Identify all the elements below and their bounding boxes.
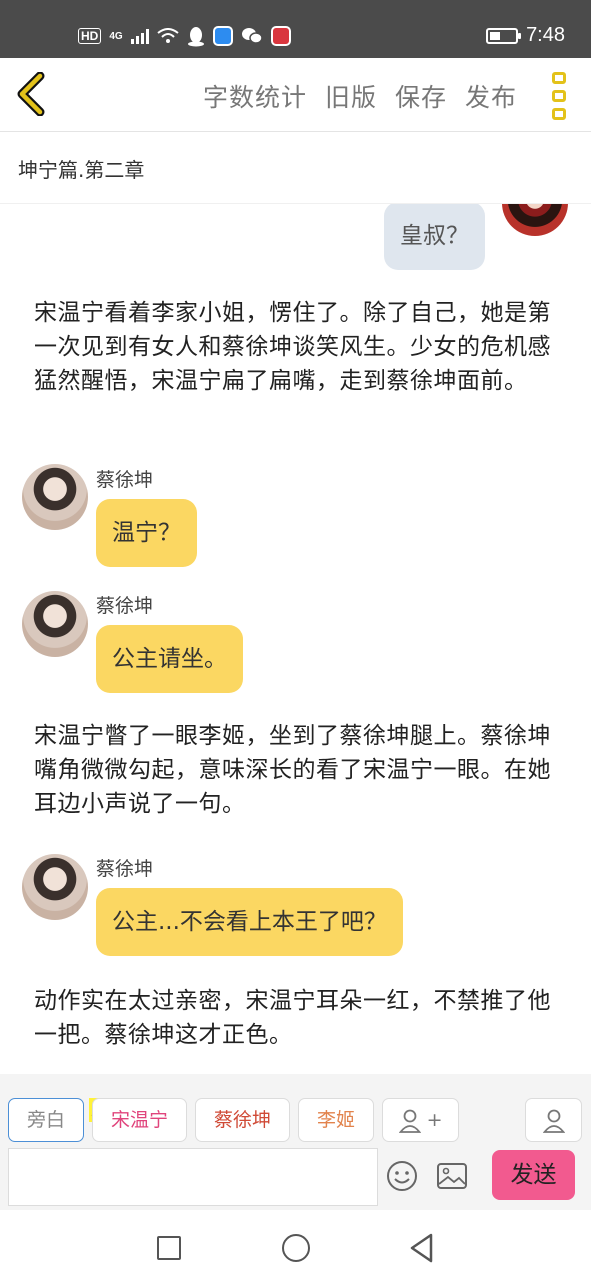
avatar[interactable] xyxy=(22,854,88,920)
word-count-button[interactable]: 字数统计 xyxy=(203,78,307,114)
role-chip-li-ji[interactable]: 李姬 xyxy=(298,1098,374,1142)
system-nav-bar xyxy=(0,1210,591,1280)
avatar[interactable] xyxy=(502,204,568,236)
narration-text[interactable]: 宋温宁瞥了一眼李姬，坐到了蔡徐坤腿上。蔡徐坤嘴角微微勾起，意味深长的看了宋温宁一… xyxy=(34,719,562,821)
status-bar: HD 4G 7:48 xyxy=(0,0,591,58)
save-button[interactable]: 保存 xyxy=(395,78,447,114)
battery-icon xyxy=(486,27,522,44)
message-input[interactable] xyxy=(8,1148,378,1206)
speaker-name: 蔡徐坤 xyxy=(96,858,154,880)
narration-text[interactable]: 宋温宁看着李家小姐，愣住了。除了自己，她是第一次见到有女人和蔡徐坤谈笑风生。少女… xyxy=(34,296,562,398)
publish-button[interactable]: 发布 xyxy=(465,78,517,114)
clock: 7:48 xyxy=(526,24,565,46)
message-bubble[interactable]: 温宁？ xyxy=(96,499,197,567)
role-label: 李姬 xyxy=(316,1109,355,1131)
avatar[interactable] xyxy=(22,464,88,530)
qq-icon xyxy=(187,27,204,47)
wechat-icon xyxy=(241,28,263,44)
user-icon xyxy=(398,1109,421,1133)
compose-panel: 旁白 主 宋温宁 蔡徐坤 李姬 + 发送 xyxy=(0,1074,591,1210)
wifi-icon xyxy=(157,28,179,43)
narration-text[interactable]: 动作实在太过亲密，宋温宁耳朵一红，不禁推了他一把。蔡徐坤这才正色。 xyxy=(34,984,562,1052)
role-label: 蔡徐坤 xyxy=(213,1109,271,1131)
chevron-left-icon xyxy=(17,71,45,117)
more-dot xyxy=(552,90,566,102)
status-icons: HD 4G xyxy=(78,22,291,50)
top-toolbar: 字数统计 旧版 保存 发布 xyxy=(0,58,591,132)
plus-icon: + xyxy=(426,1109,443,1131)
add-role-button[interactable]: + xyxy=(382,1098,459,1142)
message-bubble[interactable]: 公主请坐。 xyxy=(96,625,243,693)
user-icon xyxy=(542,1109,565,1133)
more-dot xyxy=(552,108,566,120)
hd-indicator: HD xyxy=(78,28,102,44)
signal-icon xyxy=(130,28,149,44)
role-chip-song-wenning[interactable]: 宋温宁 xyxy=(92,1098,187,1142)
emoji-icon[interactable] xyxy=(386,1160,418,1192)
toolbar-actions: 字数统计 旧版 保存 发布 xyxy=(203,78,517,114)
recents-icon[interactable] xyxy=(157,1236,181,1260)
old-version-button[interactable]: 旧版 xyxy=(325,78,377,114)
reader-app-icon xyxy=(270,26,291,46)
role-chip-narrator[interactable]: 旁白 xyxy=(8,1098,84,1142)
home-icon[interactable] xyxy=(282,1234,310,1262)
role-label: 宋温宁 xyxy=(110,1109,168,1131)
speaker-name: 蔡徐坤 xyxy=(96,469,154,491)
chapter-header: 坤宁篇.第二章 xyxy=(0,132,591,204)
back-triangle-icon[interactable] xyxy=(408,1232,434,1264)
story-content[interactable]: 皇叔？ 宋温宁看着李家小姐，愣住了。除了自己，她是第一次见到有女人和蔡徐坤谈笑风… xyxy=(0,204,591,1074)
image-icon[interactable] xyxy=(436,1162,468,1190)
send-button[interactable]: 发送 xyxy=(492,1150,575,1200)
role-settings-button[interactable] xyxy=(525,1098,582,1142)
chapter-title[interactable]: 坤宁篇.第二章 xyxy=(18,154,144,183)
speaker-name: 蔡徐坤 xyxy=(96,595,154,617)
role-label: 旁白 xyxy=(26,1109,65,1131)
role-chip-cai-xukun[interactable]: 蔡徐坤 xyxy=(195,1098,290,1142)
back-button[interactable] xyxy=(12,71,52,117)
more-dot xyxy=(552,72,566,84)
more-menu-button[interactable] xyxy=(547,72,571,120)
browser-app-icon xyxy=(212,26,233,46)
message-bubble[interactable]: 公主...不会看上本王了吧？ xyxy=(96,888,403,956)
message-bubble[interactable]: 皇叔？ xyxy=(384,204,485,270)
avatar[interactable] xyxy=(22,591,88,657)
network-type: 4G xyxy=(109,30,123,42)
